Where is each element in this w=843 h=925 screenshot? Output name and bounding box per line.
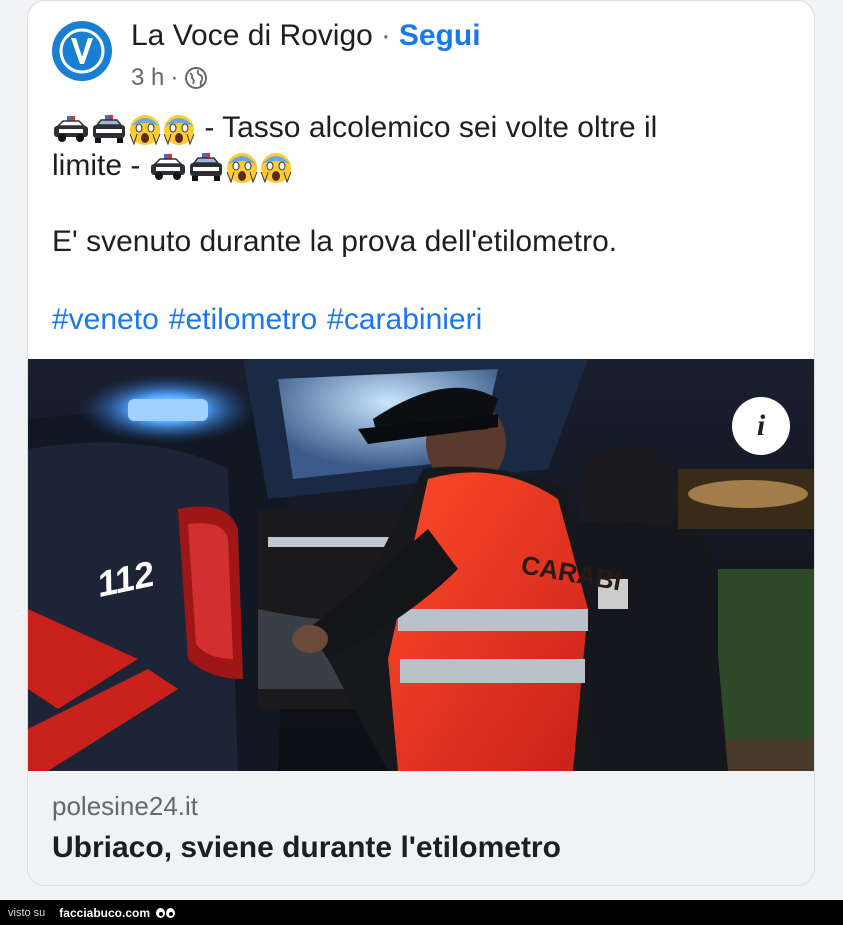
- hashtag-list: #veneto #etilometro #carabinieri: [52, 303, 482, 337]
- hashtag-link[interactable]: #carabinieri: [327, 303, 482, 337]
- scream-emoji: [226, 153, 258, 184]
- post-line-2: limite -: [52, 147, 792, 185]
- post-headline-part-2: limite -: [52, 149, 149, 182]
- watermark-site: facciabuco.com: [59, 905, 150, 920]
- link-title[interactable]: Ubriaco, sviene durante l'etilometro: [52, 831, 561, 865]
- watermark-visto: visto su: [8, 906, 46, 919]
- eye-icon: [156, 907, 165, 918]
- scream-emoji: [260, 153, 292, 184]
- police-car-emoji: [150, 154, 185, 181]
- post-time[interactable]: 3 h: [131, 64, 164, 92]
- link-preview[interactable]: polesine24.it Ubriaco, sviene durante l'…: [28, 771, 814, 885]
- scream-emoji: [129, 115, 161, 146]
- page-avatar[interactable]: [52, 21, 112, 81]
- post-body: - Tasso alcolemico sei volte oltre il li…: [52, 109, 792, 261]
- page-name[interactable]: La Voce di Rovigo: [131, 19, 373, 52]
- hashtag-link[interactable]: #veneto: [52, 303, 159, 337]
- link-domain: polesine24.it: [52, 791, 198, 821]
- hashtag-link[interactable]: #etilometro: [169, 303, 317, 337]
- post-header: La Voce di Rovigo · Segui: [131, 19, 481, 53]
- scream-emoji: [163, 115, 195, 146]
- police-car-emoji: [189, 153, 222, 182]
- page-logo-icon: [55, 24, 109, 78]
- police-car-emoji: [54, 116, 88, 143]
- post-line-1: - Tasso alcolemico sei volte oltre il: [52, 109, 792, 147]
- meta-dot: ·: [170, 64, 179, 91]
- post-photo[interactable]: 112 CARABI i: [28, 359, 814, 771]
- post-headline-part-1: - Tasso alcolemico sei volte oltre il: [196, 111, 658, 144]
- header-separator: ·: [380, 19, 391, 52]
- post-line-3: E' svenuto durante la prova dell'etilome…: [52, 225, 618, 258]
- globe-icon[interactable]: [184, 66, 208, 90]
- watermark-bar: visto su facciabuco.com: [0, 900, 843, 925]
- carabinieri-photo: 112 CARABI: [28, 359, 814, 771]
- eye-icon: [166, 907, 175, 918]
- post-card: La Voce di Rovigo · Segui 3 h · - Tasso al…: [27, 0, 815, 886]
- facciabuco-logo-icon: [156, 907, 175, 918]
- police-car-emoji: [93, 115, 125, 144]
- post-meta: 3 h ·: [131, 64, 208, 92]
- follow-button[interactable]: Segui: [399, 19, 481, 52]
- info-button[interactable]: i: [732, 397, 790, 455]
